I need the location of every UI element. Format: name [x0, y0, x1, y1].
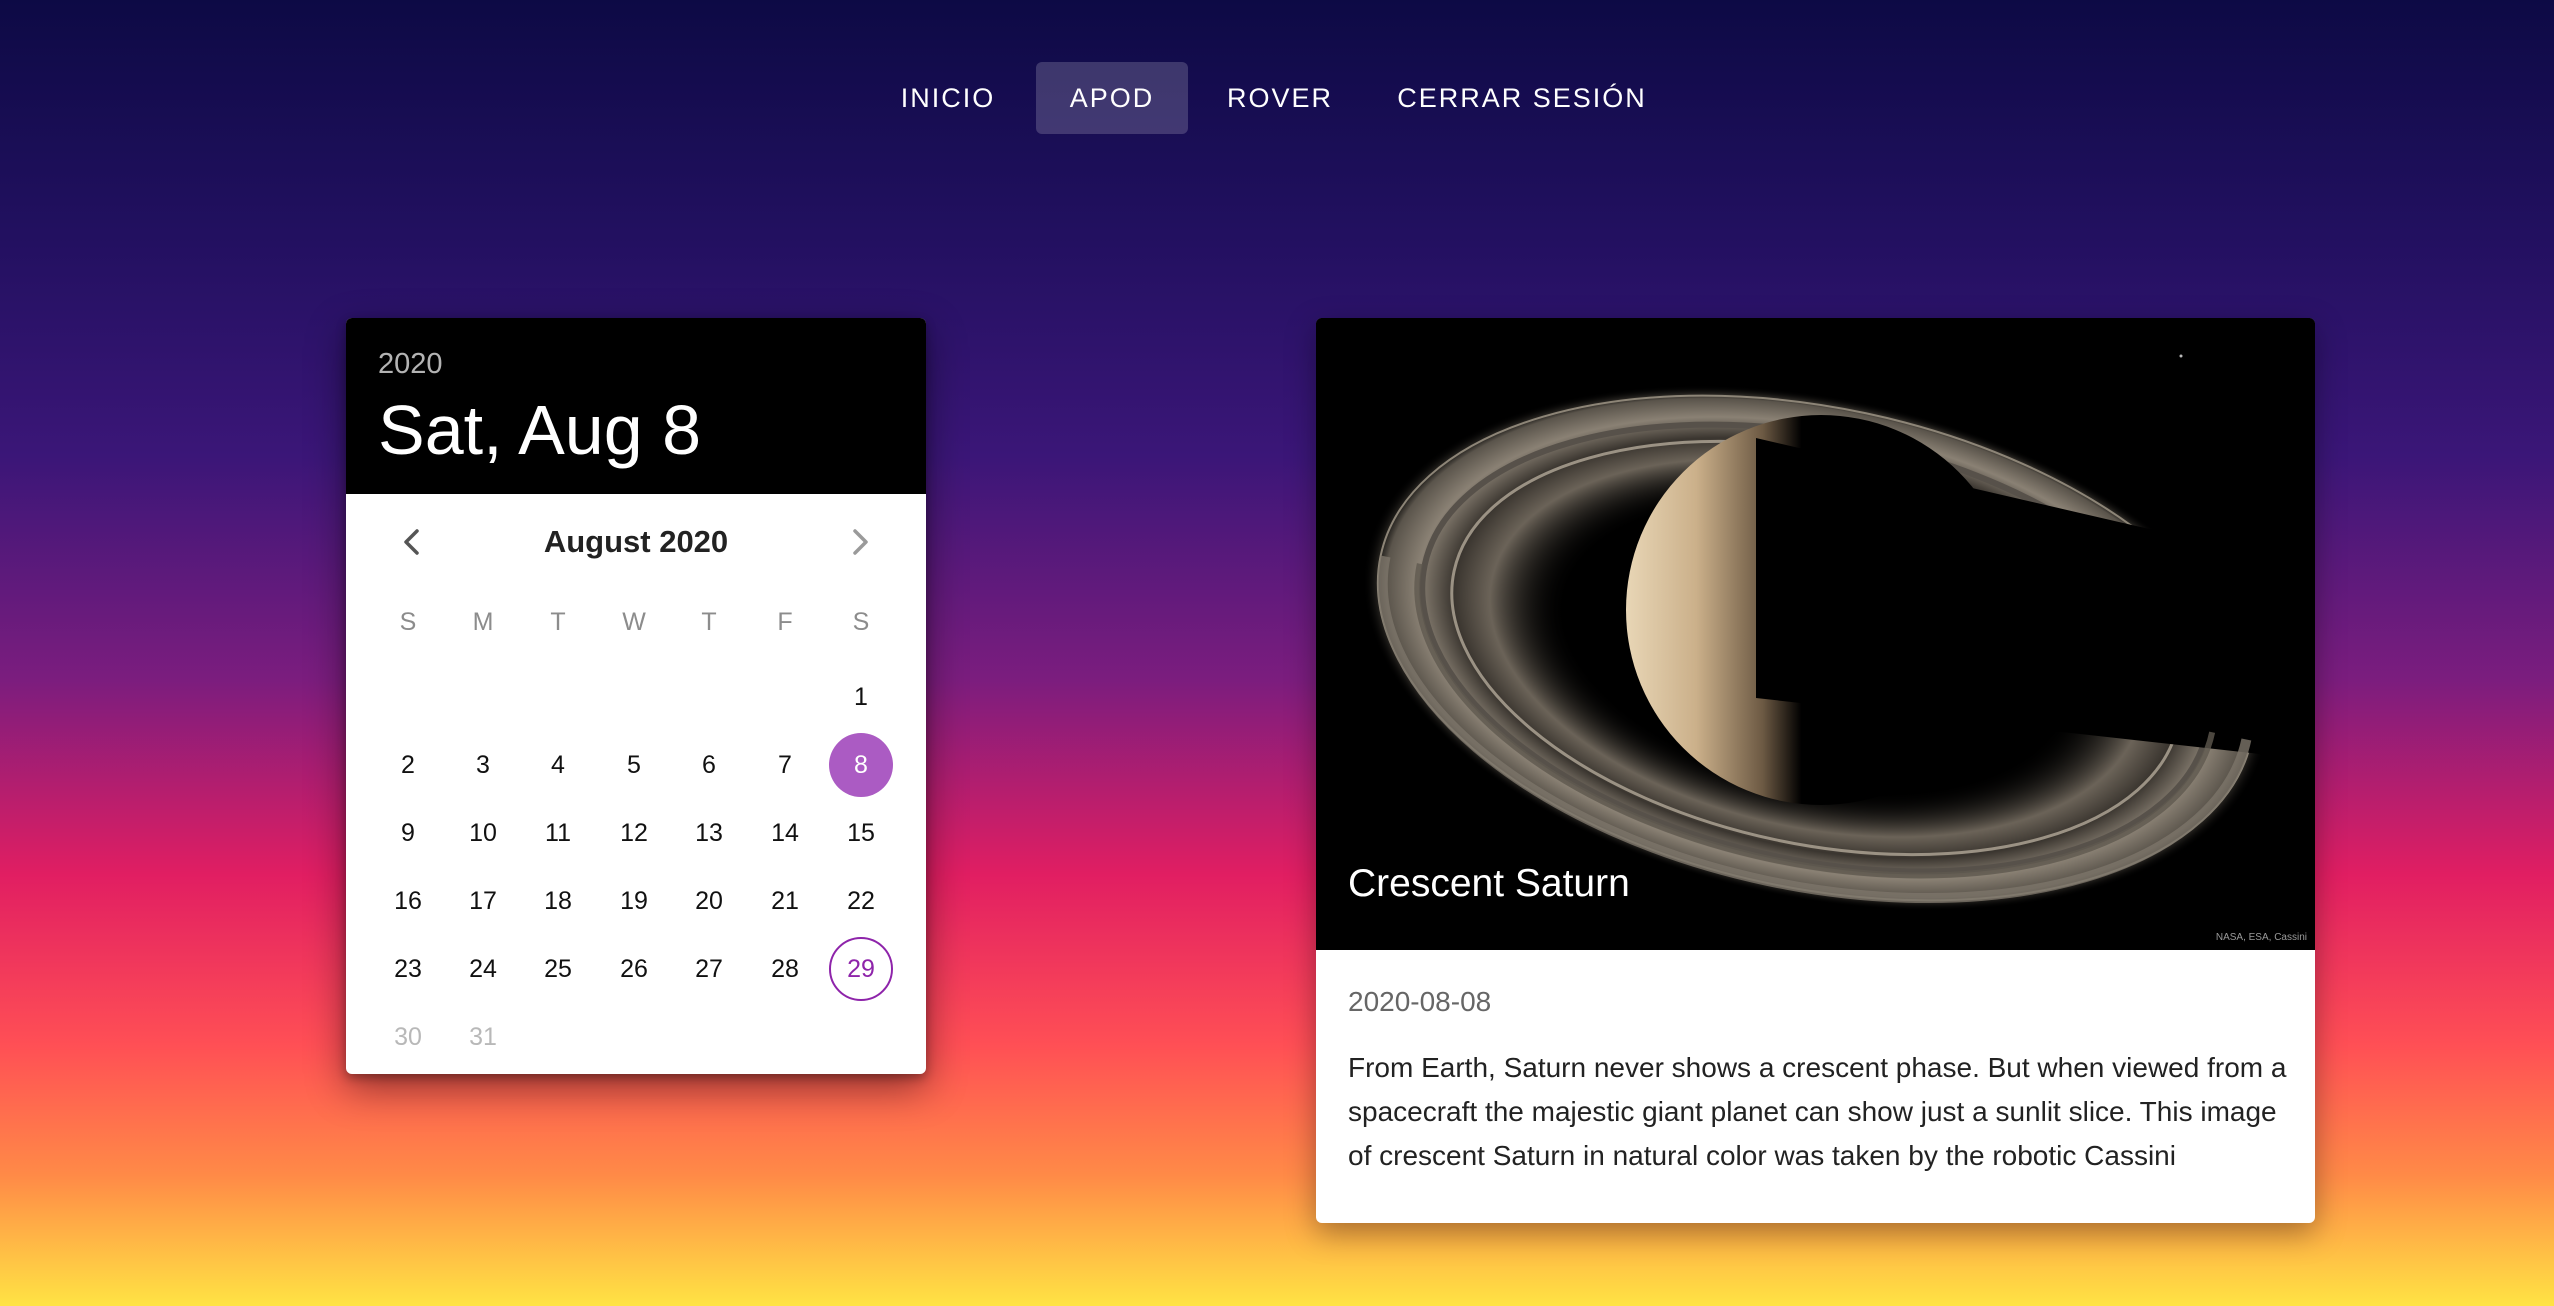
calendar-day[interactable]: 25 — [526, 937, 590, 1001]
calendar-day[interactable]: 9 — [376, 801, 440, 865]
calendar-day[interactable]: 16 — [376, 869, 440, 933]
apod-card: Crescent Saturn NASA, ESA, Cassini 2020-… — [1316, 318, 2315, 1223]
calendar-day[interactable]: 10 — [451, 801, 515, 865]
calendar-day-selected[interactable]: 8 — [829, 733, 893, 797]
calendar-day[interactable]: 27 — [677, 937, 741, 1001]
calendar-day[interactable]: 12 — [602, 801, 666, 865]
calendar-day[interactable]: 3 — [451, 733, 515, 797]
image-credit: NASA, ESA, Cassini — [2215, 932, 2307, 943]
nav-item-apod[interactable]: APOD — [1036, 62, 1188, 134]
calendar-day[interactable]: 4 — [526, 733, 590, 797]
calendar-day[interactable]: 17 — [451, 869, 515, 933]
saturn-image — [1316, 318, 2315, 950]
calendar-day[interactable]: 28 — [753, 937, 817, 1001]
calendar-day[interactable]: 1 — [829, 665, 893, 729]
calendar-day-today[interactable]: 29 — [829, 937, 893, 1001]
nav-item-cerrar-sesion[interactable]: CERRAR SESIÓN — [1392, 62, 1652, 134]
calendar-day[interactable]: 11 — [526, 801, 590, 865]
calendar-day[interactable]: 20 — [677, 869, 741, 933]
calendar-day[interactable]: 2 — [376, 733, 440, 797]
nav-item-inicio[interactable]: INICIO — [882, 62, 1014, 134]
calendar-day[interactable]: 19 — [602, 869, 666, 933]
calendar-day[interactable]: 14 — [753, 801, 817, 865]
calendar-day[interactable]: 26 — [602, 937, 666, 1001]
calendar-day[interactable]: 18 — [526, 869, 590, 933]
top-nav: INICIO APOD ROVER CERRAR SESIÓN — [0, 62, 2554, 134]
calendar-day: 31 — [469, 1023, 497, 1051]
apod-title: Crescent Saturn — [1348, 862, 1630, 905]
apod-date: 2020-08-08 — [1348, 986, 1492, 1017]
calendar-day[interactable]: 23 — [376, 937, 440, 1001]
calendar-day[interactable]: 22 — [829, 869, 893, 933]
calendar-day[interactable]: 6 — [677, 733, 741, 797]
calendar-day[interactable]: 21 — [753, 869, 817, 933]
calendar-day[interactable]: 13 — [677, 801, 741, 865]
calendar-day[interactable]: 24 — [451, 937, 515, 1001]
nav-item-rover[interactable]: ROVER — [1210, 62, 1350, 134]
calendar-day[interactable]: 5 — [602, 733, 666, 797]
date-picker: 2020 Sat, Aug 8 August 2020 S M T W T F … — [346, 318, 926, 1074]
calendar-day[interactable]: 7 — [753, 733, 817, 797]
apod-explanation: From Earth, Saturn never shows a crescen… — [1348, 1052, 2287, 1171]
calendar-day: 30 — [394, 1023, 422, 1051]
calendar-day[interactable]: 15 — [829, 801, 893, 865]
calendar-grid: 1 2 3 4 5 6 7 8 9 10 11 12 13 14 15 16 17 18 19 20 21 22 23 24 2… — [346, 318, 926, 1074]
